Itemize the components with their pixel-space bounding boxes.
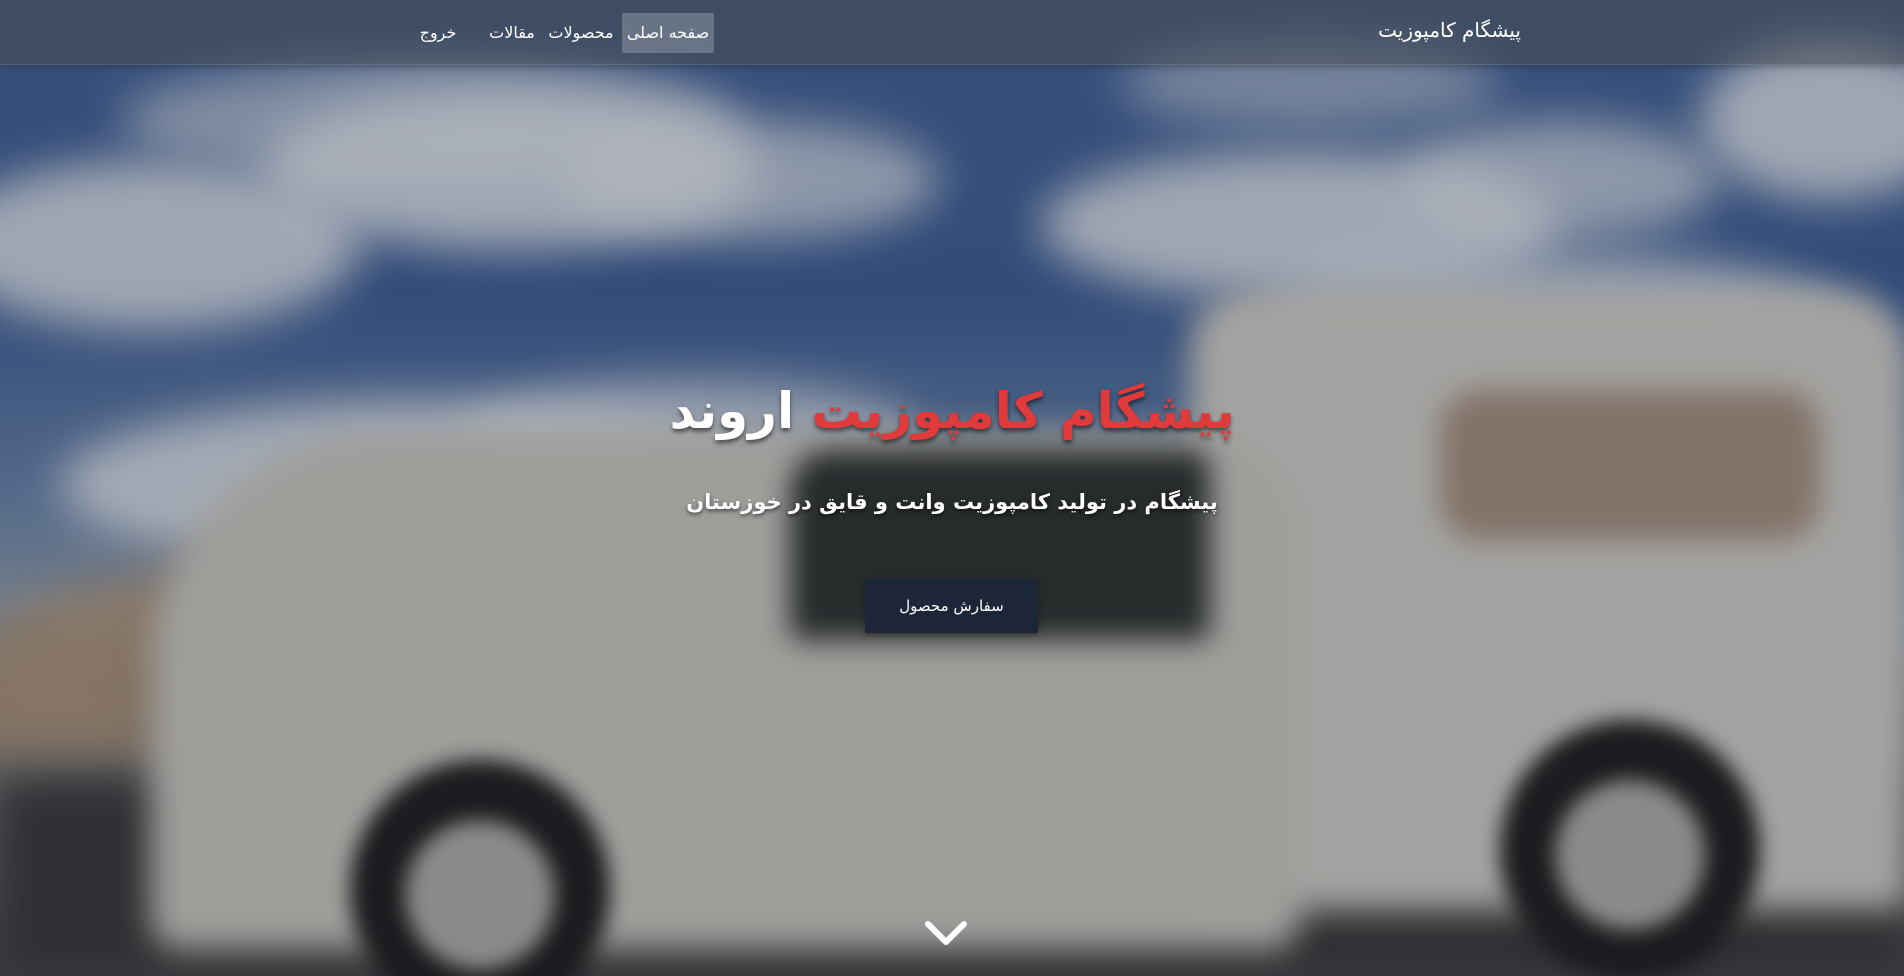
top-navbar: پیشگام کامپوزیت صفحه اصلی محصولات مقالات… bbox=[0, 0, 1904, 65]
nav-menu: صفحه اصلی محصولات مقالات خروج bbox=[0, 13, 1904, 53]
hero-title-rest: اروند bbox=[669, 382, 795, 440]
nav-item-products[interactable]: محصولات bbox=[544, 13, 618, 53]
hero-title-accent: پیشگام کامپوزیت bbox=[811, 382, 1235, 440]
hero-title: پیشگام کامپوزیت اروند bbox=[0, 382, 1904, 440]
hero-subtitle: پیشگام در تولید کامپوزیت وانت و قایق در … bbox=[686, 490, 1218, 514]
nav-item-home[interactable]: صفحه اصلی bbox=[622, 13, 714, 53]
nav-item-articles[interactable]: مقالات bbox=[486, 13, 538, 53]
nav-item-logout[interactable]: خروج bbox=[410, 13, 466, 53]
chevron-down-icon[interactable] bbox=[924, 918, 968, 948]
hero-background-image bbox=[0, 0, 1904, 976]
order-product-button[interactable]: سفارش محصول bbox=[865, 579, 1038, 633]
